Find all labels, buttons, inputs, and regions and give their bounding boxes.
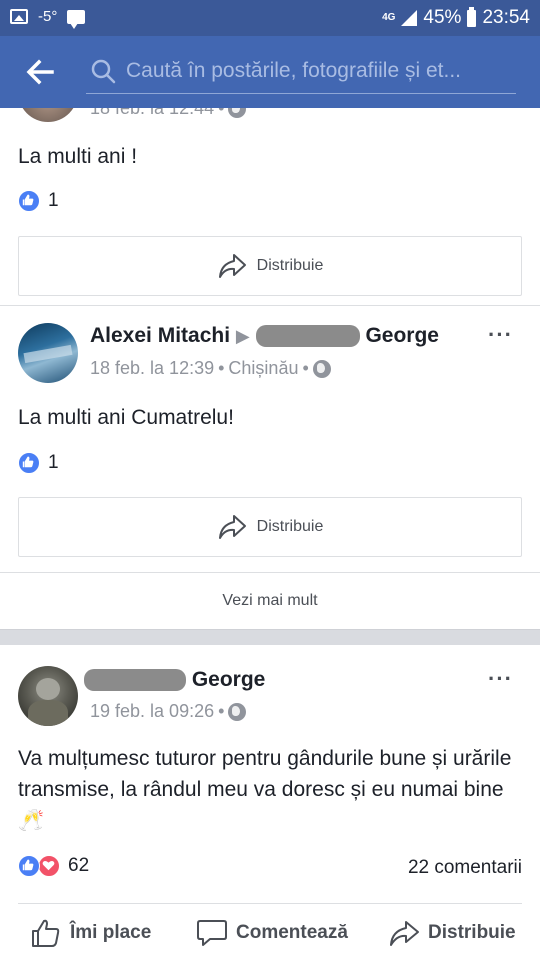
share-label: Distribuie (256, 518, 324, 535)
post-timestamp[interactable]: 18 feb. la 12:39 (90, 358, 214, 379)
network-type: 4G (382, 12, 396, 23)
temperature: -5° (38, 8, 58, 25)
post-timestamp[interactable]: 19 feb. la 09:26 (90, 701, 214, 722)
like-reaction-icon (18, 452, 40, 474)
redacted-name (255, 325, 360, 348)
love-reaction-icon (38, 855, 60, 877)
divider (0, 305, 540, 306)
battery-icon (467, 6, 477, 27)
reaction-count: 1 (48, 190, 59, 211)
arrow-left-icon (26, 59, 54, 85)
comments-count[interactable]: 22 comentarii (408, 857, 522, 879)
status-right: 4G 45% 23:54 (382, 6, 530, 29)
see-more-button[interactable]: Vezi mai mult (0, 573, 540, 629)
section-separator (0, 629, 540, 645)
post-meta: 18 feb. la 12:44 • (90, 108, 247, 119)
post-text: La multi ani Cumatrelu! (18, 406, 234, 429)
see-more-label: Vezi mai mult (222, 592, 318, 609)
share-action-label: Distribuie (428, 922, 516, 943)
post-avatar[interactable] (18, 666, 78, 726)
share-icon (390, 921, 419, 946)
comment-button[interactable]: Comentează (196, 918, 348, 948)
post-header: George (84, 668, 265, 692)
author-name[interactable]: George (192, 668, 266, 691)
share-button[interactable]: Distribuie (18, 236, 522, 296)
share-icon (218, 515, 246, 539)
post-avatar[interactable] (18, 108, 78, 122)
signal-icon (401, 10, 418, 26)
post-meta: 18 feb. la 12:39 • Chișinău • (90, 358, 331, 379)
globe-icon (228, 702, 247, 721)
divider (18, 903, 522, 904)
gallery-notification-icon (10, 9, 28, 24)
post-text: Va mulțumesc tuturor pentru gândurile bu… (18, 747, 512, 832)
status-bar: -5° 4G 45% 23:54 (0, 0, 540, 36)
share-action-button[interactable]: Distribuie (388, 918, 516, 948)
reaction-summary[interactable]: 1 (18, 452, 59, 474)
back-button[interactable] (22, 54, 58, 90)
message-notification-icon (67, 9, 86, 29)
globe-icon (312, 359, 331, 378)
recipient-name[interactable]: George (365, 324, 439, 347)
reaction-summary[interactable]: 1 (18, 190, 59, 212)
battery-percent: 45% (423, 7, 462, 28)
redacted-name (84, 669, 186, 692)
post-text: La multi ani ! (18, 145, 138, 168)
post-timestamp[interactable]: 18 feb. la 12:44 (90, 108, 214, 119)
comment-icon (197, 920, 227, 946)
comment-label: Comentează (236, 922, 348, 943)
more-options-button[interactable]: ··· (488, 322, 513, 348)
like-reaction-icon (18, 855, 40, 877)
like-label: Îmi place (70, 922, 152, 943)
feed[interactable]: 18 feb. la 12:44 • La multi ani ! 1 Dist… (0, 108, 540, 960)
share-icon (218, 254, 246, 278)
reaction-count: 1 (48, 452, 59, 473)
search-header (0, 36, 540, 108)
post-location[interactable]: Chișinău (228, 358, 298, 379)
globe-icon (228, 108, 247, 118)
more-options-button[interactable]: ··· (488, 666, 513, 692)
reaction-count: 62 (68, 855, 90, 876)
thumbs-up-icon (32, 919, 60, 947)
status-left: -5° (10, 8, 86, 29)
post-avatar[interactable] (18, 323, 78, 383)
search-icon (91, 59, 116, 84)
share-label: Distribuie (256, 257, 324, 274)
author-name[interactable]: Alexei Mitachi (90, 324, 230, 347)
share-button[interactable]: Distribuie (18, 497, 522, 557)
search-input[interactable] (126, 54, 512, 88)
like-button[interactable]: Îmi place (30, 918, 151, 948)
clock: 23:54 (482, 7, 530, 28)
like-reaction-icon (18, 190, 40, 212)
post-header: Alexei Mitachi ▶ George (90, 324, 439, 348)
reaction-summary[interactable]: 62 (18, 855, 89, 877)
arrow-right-icon: ▶ (235, 326, 250, 346)
search-bar[interactable] (86, 50, 516, 94)
post-meta: 19 feb. la 09:26 • (90, 701, 247, 722)
